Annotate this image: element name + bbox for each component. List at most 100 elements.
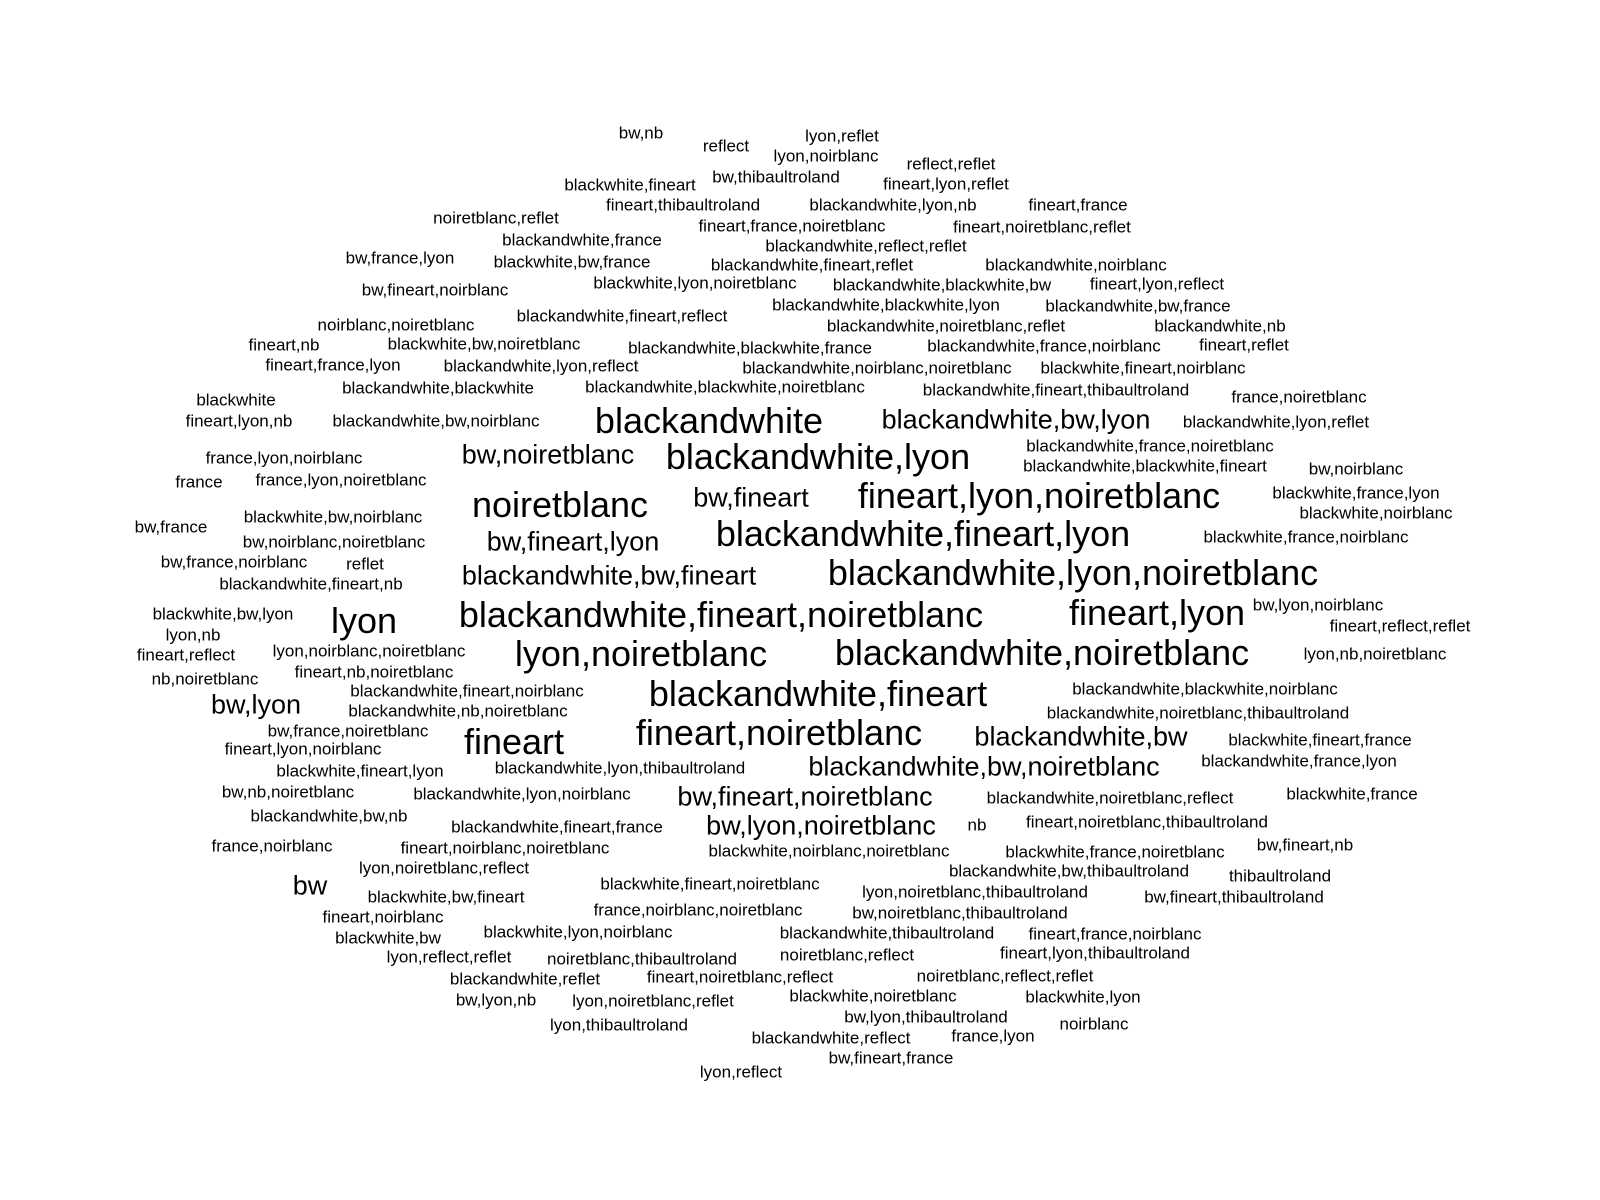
word-bw-lyon-noirblanc: bw,lyon,noirblanc [1252, 595, 1384, 615]
word-nb: nb [967, 815, 987, 835]
word-fineart-noirblanc-noiretblanc: fineart,noirblanc,noiretblanc [400, 838, 610, 858]
word-lyon-noiretblanc: lyon,noiretblanc [514, 633, 768, 674]
word-blackandwhite-lyon-reflet: blackandwhite,lyon,reflet [1182, 412, 1370, 432]
word-blackandwhite-fineart-noiretblanc: blackandwhite,fineart,noiretblanc [458, 594, 984, 635]
word-bw: bw [292, 870, 328, 901]
word-blackandwhite-noiretblanc-thibaultroland: blackandwhite,noiretblanc,thibaultroland [1046, 703, 1350, 723]
word-blackwhite-france: blackwhite,france [1286, 784, 1418, 804]
word-fineart-reflect: fineart,reflect [136, 645, 236, 665]
word-blackandwhite-bw-noirblanc: blackandwhite,bw,noirblanc [332, 411, 540, 431]
word-blackandwhite-noiretblanc-reflect: blackandwhite,noiretblanc,reflect [986, 788, 1234, 808]
word-blackandwhite-fineart-lyon: blackandwhite,fineart,lyon [715, 513, 1131, 554]
word-blackandwhite-reflect: blackandwhite,reflect [751, 1028, 911, 1048]
word-bw-nb-noiretblanc: bw,nb,noiretblanc [221, 782, 355, 802]
word-lyon: lyon [330, 600, 398, 641]
word-fineart-noiretblanc-thibaultroland: fineart,noiretblanc,thibaultroland [1026, 812, 1268, 832]
word-fineart-lyon: fineart,lyon [1068, 592, 1246, 633]
word-blackandwhite-france-lyon: blackandwhite,france,lyon [1201, 751, 1397, 771]
word-fineart-reflet: fineart,reflet [1199, 335, 1289, 355]
word-blackandwhite-blackwhite-lyon: blackandwhite,blackwhite,lyon [772, 295, 1000, 315]
word-blackandwhite-reflet: blackandwhite,reflet [449, 969, 601, 989]
word-fineart: fineart [463, 721, 565, 762]
word-blackandwhite-fineart: blackandwhite,fineart [648, 673, 988, 714]
word-blackwhite-bw-lyon: blackwhite,bw,lyon [152, 604, 294, 624]
word-bw-france: bw,france [134, 517, 208, 537]
word-reflect: reflect [702, 136, 750, 156]
word-blackwhite-noiretblanc: blackwhite,noiretblanc [789, 986, 957, 1006]
word-bw-noirblanc: bw,noirblanc [1308, 459, 1404, 479]
word-blackandwhite-bw-thibaultroland: blackandwhite,bw,thibaultroland [948, 861, 1190, 881]
word-bw-fineart-thibaultroland: bw,fineart,thibaultroland [1144, 887, 1324, 907]
word-blackandwhite-nb-noiretblanc: blackandwhite,nb,noiretblanc [348, 701, 568, 721]
word-lyon-nb-noiretblanc: lyon,nb,noiretblanc [1303, 644, 1447, 664]
word-blackwhite-noirblanc-noiretblanc: blackwhite,noirblanc,noiretblanc [708, 841, 950, 861]
word-fineart-france-noiretblanc: fineart,france,noiretblanc [698, 216, 886, 236]
word-reflect-reflet: reflect,reflet [906, 154, 996, 174]
word-bw-lyon-thibaultroland: bw,lyon,thibaultroland [844, 1007, 1008, 1027]
word-blackandwhite-blackwhite-noiretblanc: blackandwhite,blackwhite,noiretblanc [585, 377, 865, 397]
word-bw-fineart-nb: bw,fineart,nb [1256, 835, 1354, 855]
word-blackandwhite-bw-fineart: blackandwhite,bw,fineart [461, 560, 757, 591]
word-noiretblanc-thibaultroland: noiretblanc,thibaultroland [547, 949, 737, 969]
word-blackandwhite-bw-lyon: blackandwhite,bw,lyon [881, 404, 1151, 435]
word-blackandwhite-reflect-reflet: blackandwhite,reflect,reflet [765, 236, 967, 256]
word-blackandwhite-fineart-reflect: blackandwhite,fineart,reflect [516, 306, 728, 326]
word-lyon-noiretblanc-reflect: lyon,noiretblanc,reflect [358, 858, 530, 878]
word-blackandwhite-fineart-noirblanc: blackandwhite,fineart,noirblanc [350, 681, 584, 701]
word-blackwhite-fineart-noirblanc: blackwhite,fineart,noirblanc [1040, 358, 1246, 378]
word-noiretblanc-reflect-reflet: noiretblanc,reflect,reflet [916, 966, 1094, 986]
word-bw-noiretblanc: bw,noiretblanc [461, 439, 635, 470]
word-noirblanc: noirblanc [1059, 1014, 1129, 1034]
word-blackandwhite-lyon-nb: blackandwhite,lyon,nb [809, 195, 977, 215]
word-bw-lyon: bw,lyon [210, 689, 302, 720]
word-fineart-lyon-reflet: fineart,lyon,reflet [883, 174, 1009, 194]
word-blackandwhite-lyon-noiretblanc: blackandwhite,lyon,noiretblanc [827, 552, 1319, 593]
word-fineart-noirblanc: fineart,noirblanc [322, 907, 444, 927]
word-fineart-lyon-thibaultroland: fineart,lyon,thibaultroland [1000, 943, 1190, 963]
word-noirblanc-noiretblanc: noirblanc,noiretblanc [317, 315, 475, 335]
word-fineart-nb: fineart,nb [248, 335, 320, 355]
word-bw-france-lyon: bw,france,lyon [345, 248, 455, 268]
word-bw-fineart-france: bw,fineart,france [828, 1048, 954, 1068]
word-blackandwhite-lyon-reflect: blackandwhite,lyon,reflect [443, 356, 639, 376]
word-blackandwhite-fineart-nb: blackandwhite,fineart,nb [219, 574, 403, 594]
word-blackwhite-noirblanc: blackwhite,noirblanc [1299, 503, 1453, 523]
word-france-lyon-noiretblanc: france,lyon,noiretblanc [255, 470, 427, 490]
word-bw-noirblanc-noiretblanc: bw,noirblanc,noiretblanc [242, 532, 426, 552]
word-blackwhite-fineart: blackwhite,fineart [564, 175, 696, 195]
word-blackandwhite-blackwhite-fineart: blackandwhite,blackwhite,fineart [1023, 456, 1267, 476]
word-blackandwhite-fineart-thibaultroland: blackandwhite,fineart,thibaultroland [922, 380, 1190, 400]
word-blackandwhite-noirblanc: blackandwhite,noirblanc [985, 255, 1167, 275]
word-bw-fineart-lyon: bw,fineart,lyon [486, 526, 660, 557]
word-noiretblanc-reflet: noiretblanc,reflet [433, 208, 559, 228]
word-blackandwhite-noiretblanc-reflet: blackandwhite,noiretblanc,reflet [826, 316, 1066, 336]
word-blackandwhite-blackwhite: blackandwhite,blackwhite [342, 378, 534, 398]
word-blackwhite: blackwhite [196, 390, 276, 410]
word-lyon-reflet: lyon,reflet [805, 126, 879, 146]
word-cloud: bw,nb reflect lyon,reflet lyon,noirblanc… [0, 0, 1600, 1200]
word-blackandwhite-bw-noiretblanc: blackandwhite,bw,noiretblanc [808, 751, 1160, 782]
word-blackwhite-lyon-noirblanc: blackwhite,lyon,noirblanc [483, 922, 673, 942]
word-blackwhite-bw-france: blackwhite,bw,france [493, 252, 651, 272]
word-blackwhite-fineart-noiretblanc: blackwhite,fineart,noiretblanc [600, 874, 820, 894]
word-fineart-france: fineart,france [1028, 195, 1128, 215]
word-france-lyon-noirblanc: france,lyon,noirblanc [205, 448, 363, 468]
word-lyon-noirblanc-noiretblanc: lyon,noirblanc,noiretblanc [272, 641, 466, 661]
word-fineart-france-lyon: fineart,france,lyon [265, 355, 401, 375]
word-blackandwhite-fineart-reflet: blackandwhite,fineart,reflet [710, 255, 914, 275]
word-blackwhite-bw: blackwhite,bw [335, 928, 441, 948]
word-blackandwhite-lyon: blackandwhite,lyon [665, 436, 971, 477]
word-blackwhite-france-noirblanc: blackwhite,france,noirblanc [1203, 527, 1409, 547]
word-bw-france-noiretblanc: bw,france,noiretblanc [267, 721, 429, 741]
word-blackandwhite-france-noiretblanc: blackandwhite,france,noiretblanc [1026, 436, 1274, 456]
word-blackandwhite-blackwhite-bw: blackandwhite,blackwhite,bw [832, 275, 1052, 295]
word-blackwhite-lyon: blackwhite,lyon [1025, 987, 1141, 1007]
word-bw-lyon-noiretblanc: bw,lyon,noiretblanc [706, 810, 936, 841]
word-blackandwhite-france-noirblanc: blackandwhite,france,noirblanc [927, 336, 1161, 356]
word-fineart-lyon-noiretblanc: fineart,lyon,noiretblanc [857, 475, 1221, 516]
word-blackandwhite-blackwhite-noirblanc: blackandwhite,blackwhite,noirblanc [1072, 679, 1338, 699]
word-blackwhite-fineart-france: blackwhite,fineart,france [1228, 730, 1412, 750]
word-lyon-nb: lyon,nb [165, 625, 221, 645]
word-nb-noiretblanc: nb,noiretblanc [151, 669, 259, 689]
word-blackwhite-france-noiretblanc: blackwhite,france,noiretblanc [1005, 842, 1225, 862]
